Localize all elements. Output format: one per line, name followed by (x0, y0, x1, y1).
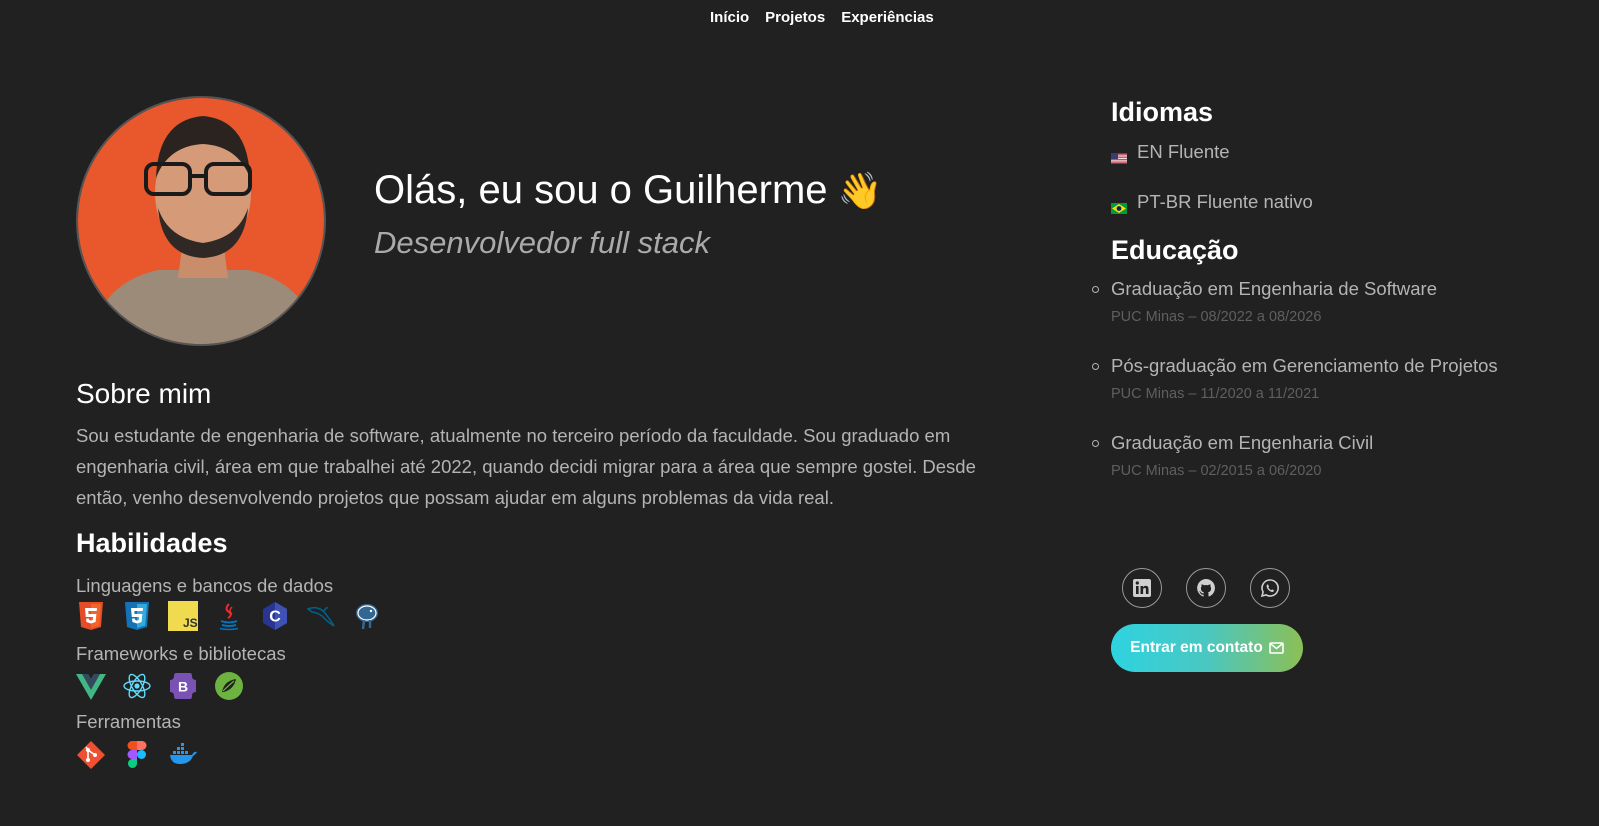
react-icon (122, 671, 152, 701)
contact-button-label: Entrar em contato (1130, 639, 1263, 656)
education-meta: PUC Minas – 08/2022 a 08/2026 (1111, 309, 1322, 325)
social-links (1122, 568, 1290, 608)
skills-category-languages: Linguagens e bancos de dados (76, 575, 334, 596)
java-icon (214, 601, 244, 631)
html5-icon (76, 601, 106, 631)
about-title: Sobre mim (76, 378, 212, 409)
education-item: Graduação em Engenharia Civil PUC Minas … (1092, 432, 1374, 479)
git-icon (76, 740, 106, 770)
whatsapp-icon (1260, 579, 1279, 598)
list-bullet (1092, 363, 1099, 370)
spring-icon (214, 671, 244, 701)
c-icon: C (260, 601, 290, 631)
list-bullet (1092, 440, 1099, 447)
language-label: EN Fluente (1137, 141, 1230, 162)
about-text: Sou estudante de engenharia de software,… (76, 425, 976, 508)
hero-greeting: Olás, eu sou o Guilherme 👋 (374, 168, 882, 213)
education-degree: Graduação em Engenharia de Software (1111, 278, 1438, 299)
skills-icons-tools (76, 740, 198, 770)
nav-link-inicio[interactable]: Início (710, 9, 749, 26)
profile-photo (76, 96, 326, 346)
mysql-icon (306, 601, 336, 631)
education-item: Pós-graduação em Gerenciamento de Projet… (1092, 355, 1498, 402)
top-nav: Início Projetos Experiências (710, 9, 934, 26)
css3-icon (122, 601, 152, 631)
language-item-pt: PT-BR Fluente nativo (1111, 191, 1313, 214)
greeting-text: Olás, eu sou o Guilherme (374, 168, 828, 212)
skills-icons-languages: JS C (76, 601, 382, 631)
svg-text:B: B (178, 679, 188, 695)
github-icon (1197, 579, 1215, 597)
us-flag-icon (1111, 147, 1127, 164)
education-degree: Pós-graduação em Gerenciamento de Projet… (1111, 355, 1498, 376)
nav-link-projetos[interactable]: Projetos (765, 9, 825, 26)
linkedin-button[interactable] (1122, 568, 1162, 608)
javascript-icon: JS (168, 601, 198, 631)
education-title: Educação (1111, 235, 1239, 265)
brazil-flag-icon (1111, 197, 1127, 214)
docker-icon (168, 740, 198, 770)
postgresql-icon (352, 601, 382, 631)
skills-category-tools: Ferramentas (76, 711, 181, 732)
skills-icons-frameworks: B (76, 671, 244, 701)
figma-icon (122, 740, 152, 770)
envelope-icon (1269, 642, 1284, 654)
linkedin-icon (1133, 579, 1151, 597)
languages-title: Idiomas (1111, 97, 1214, 127)
education-meta: PUC Minas – 02/2015 a 06/2020 (1111, 463, 1322, 479)
vue-icon (76, 671, 106, 701)
svg-text:JS: JS (183, 616, 198, 630)
education-item: Graduação em Engenharia de Software PUC … (1092, 278, 1438, 325)
waving-hand-icon: 👋 (837, 170, 883, 211)
github-button[interactable] (1186, 568, 1226, 608)
language-item-en: EN Fluente (1111, 141, 1230, 164)
education-degree: Graduação em Engenharia Civil (1111, 432, 1374, 453)
svg-text:C: C (269, 609, 281, 626)
language-label: PT-BR Fluente nativo (1137, 191, 1313, 212)
bootstrap-icon: B (168, 671, 198, 701)
hero-role: Desenvolvedor full stack (374, 225, 710, 260)
contact-button[interactable]: Entrar em contato (1111, 624, 1303, 672)
whatsapp-button[interactable] (1250, 568, 1290, 608)
skills-title: Habilidades (76, 528, 228, 558)
skills-category-frameworks: Frameworks e bibliotecas (76, 643, 286, 664)
nav-link-experiencias[interactable]: Experiências (841, 9, 934, 26)
education-meta: PUC Minas – 11/2020 a 11/2021 (1111, 386, 1320, 402)
list-bullet (1092, 286, 1099, 293)
